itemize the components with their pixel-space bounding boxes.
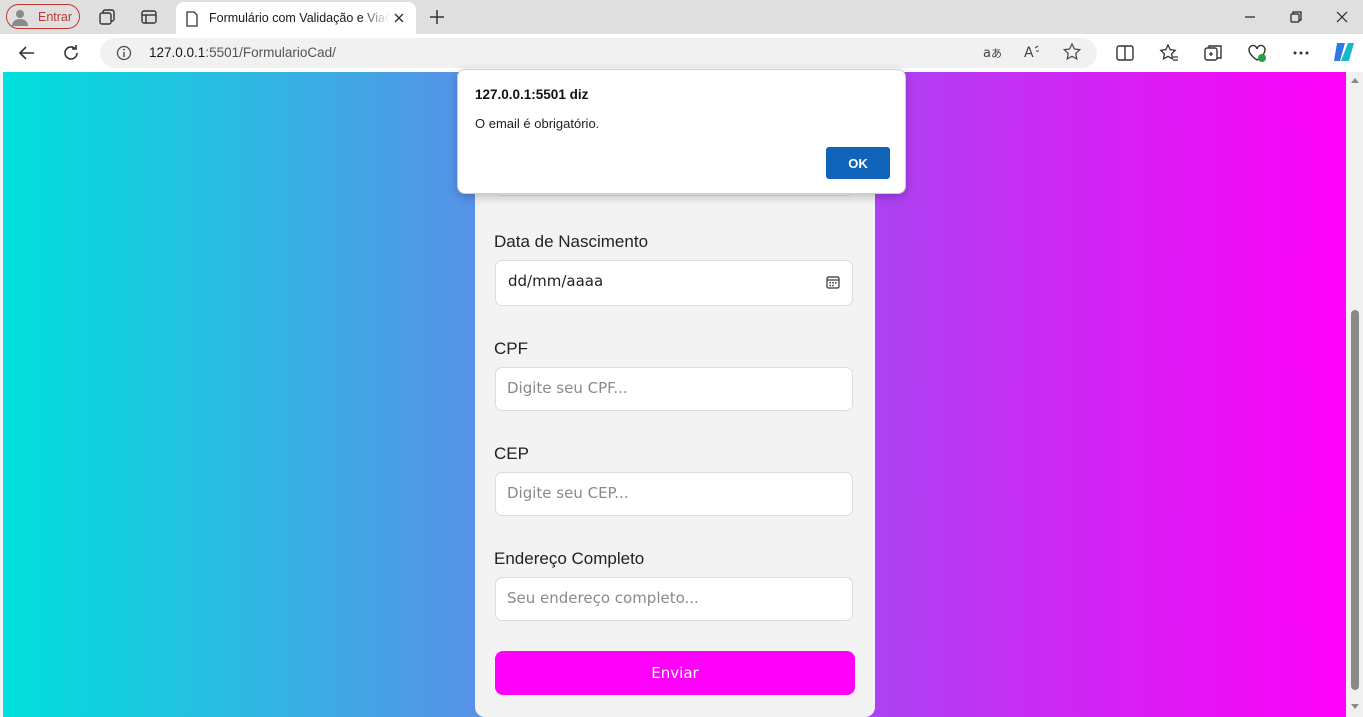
page-icon (186, 11, 198, 27)
svg-text:A: A (1024, 45, 1034, 61)
url-path: :5501/FormularioCad/ (205, 45, 336, 60)
workspaces-icon[interactable] (98, 8, 116, 26)
dialog-message: O email é obrigatório. (475, 116, 600, 131)
alert-dialog: 127.0.0.1:5501 diz O email é obrigatório… (457, 69, 906, 194)
calendar-icon[interactable] (826, 275, 840, 289)
read-aloud-icon[interactable]: A (1022, 42, 1042, 62)
favorites-icon[interactable] (1158, 42, 1180, 64)
url-host: 127.0.0.1 (149, 45, 206, 60)
scroll-down-arrow-icon[interactable] (1350, 703, 1360, 711)
minimize-icon[interactable] (1242, 9, 1258, 25)
close-window-icon[interactable] (1334, 9, 1350, 25)
birth-date-field[interactable]: dd/mm/aaaa (495, 260, 853, 306)
browser-toolbar: 127.0.0.1:5501/FormularioCad/ aあ A (0, 34, 1363, 72)
profile-label: Entrar (38, 10, 73, 24)
address-bar[interactable]: 127.0.0.1:5501/FormularioCad/ aあ A (100, 38, 1097, 68)
dialog-title: 127.0.0.1:5501 diz (475, 87, 589, 102)
favorite-star-icon[interactable] (1062, 42, 1082, 62)
url-text: 127.0.0.1:5501/FormularioCad/ (149, 45, 336, 60)
page-scrollbar[interactable] (1346, 72, 1363, 717)
vertical-tabs-icon[interactable] (140, 8, 158, 26)
collections-icon[interactable] (1202, 42, 1224, 64)
cep-label: CEP (494, 444, 529, 463)
cpf-input[interactable] (496, 368, 807, 408)
restore-icon[interactable] (1288, 9, 1304, 25)
address-field[interactable] (495, 577, 853, 621)
address-input[interactable] (496, 578, 807, 618)
copilot-icon[interactable] (1331, 40, 1355, 64)
back-icon[interactable] (16, 42, 38, 64)
scrollbar-thumb[interactable] (1351, 310, 1359, 690)
cpf-label: CPF (494, 339, 528, 358)
address-label: Endereço Completo (494, 549, 645, 568)
cep-input[interactable] (496, 473, 807, 513)
browser-essentials-icon[interactable] (1246, 42, 1268, 64)
settings-more-icon[interactable] (1290, 42, 1312, 64)
birth-date-label: Data de Nascimento (494, 232, 649, 251)
translate-icon[interactable]: aあ (981, 42, 1001, 62)
split-screen-icon[interactable] (1114, 42, 1136, 64)
browser-title-bar: Entrar Formulário com Validação e ViaCEP (0, 0, 1363, 34)
reload-icon[interactable] (60, 42, 82, 64)
close-tab-icon[interactable] (392, 11, 406, 25)
user-avatar-icon (12, 10, 28, 26)
site-info-icon[interactable] (116, 45, 132, 61)
svg-text:a: a (983, 46, 991, 61)
cpf-field[interactable] (495, 367, 853, 411)
scroll-up-arrow-icon[interactable] (1350, 76, 1360, 84)
birth-date-value: dd/mm/aaaa (508, 272, 604, 290)
tab-title: Formulário com Validação e ViaCEP (209, 11, 389, 25)
dialog-ok-button[interactable]: OK (826, 147, 890, 179)
svg-text:あ: あ (991, 47, 1001, 60)
new-tab-icon[interactable] (427, 7, 447, 27)
cep-field[interactable] (495, 472, 853, 516)
submit-button[interactable]: Enviar (495, 651, 855, 695)
profile-button[interactable]: Entrar (6, 4, 80, 29)
browser-tab[interactable]: Formulário com Validação e ViaCEP (176, 2, 416, 34)
